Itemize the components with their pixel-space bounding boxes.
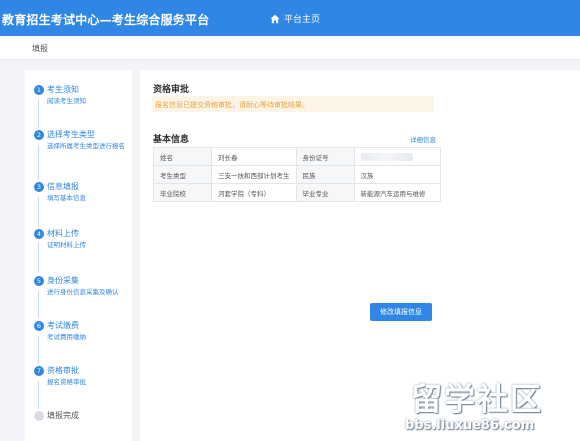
- review-status-notice: 报名信息已提交资格审批，请耐心等待审批结果。: [152, 96, 434, 112]
- step-item-notice[interactable]: 1 考生须知 阅读考生须知: [34, 84, 132, 106]
- basic-info-title: 基本信息: [153, 135, 190, 145]
- step-item-upload[interactable]: 4 材料上传 证明材料上传: [34, 228, 132, 250]
- watermark-url: bbs.liuxue86.com: [405, 418, 535, 433]
- home-link[interactable]: 平台主页: [270, 12, 320, 25]
- table-key: 身份证号: [295, 147, 355, 166]
- table-key: 毕业专业: [295, 183, 355, 202]
- redacted-id-number: [360, 152, 413, 161]
- step-desc: 阅读考生须知: [47, 97, 86, 105]
- edit-registration-button[interactable]: 修改填报信息: [370, 303, 432, 321]
- table-value: 汉族: [353, 165, 441, 184]
- top-navigation-bar: 教育招生考试中心—考生综合服务平台 平台主页: [0, 0, 580, 36]
- step-desc: 进行身份信息采集及确认: [47, 288, 119, 296]
- table-value: 新能源汽车运用与维修: [353, 183, 441, 202]
- table-key: 民族: [295, 165, 355, 184]
- step-number: 5: [34, 275, 44, 286]
- site-watermark: 留学社区 bbs.liuxue86.com: [383, 372, 580, 441]
- step-label: 考试缴费: [47, 321, 79, 330]
- step-number: 1: [34, 84, 44, 95]
- step-desc: 证明材料上传: [47, 241, 86, 249]
- step-sidebar: 1 考生须知 阅读考生须知 2 选择考生类型 选择所属考生类型进行报名 3 信息填报 …: [25, 70, 132, 441]
- step-number: 2: [34, 129, 44, 140]
- basic-info-table: 姓名 刘长春 身份证号 考生类型 三支一扶和西部计划考生 民族 汉族 毕业院校 …: [153, 147, 441, 202]
- table-value: 三支一扶和西部计划考生: [211, 165, 297, 184]
- table-key: 姓名: [153, 147, 212, 166]
- breadcrumb: 填报: [32, 44, 48, 53]
- breadcrumb-bar: 填报: [0, 36, 580, 60]
- table-row: 姓名 刘长春 身份证号: [153, 147, 441, 166]
- table-row: 毕业院校 河套学院（专科） 毕业专业 新能源汽车运用与维修: [153, 183, 441, 202]
- table-value: 刘长春: [211, 147, 297, 166]
- step-label: 信息填报: [47, 182, 79, 191]
- step-number: 3: [34, 181, 44, 192]
- step-label: 材料上传: [47, 229, 79, 238]
- table-value: 河套学院（专科）: [211, 183, 297, 202]
- step-item-payment[interactable]: 6 考试缴费 考试费用缴纳: [34, 320, 132, 342]
- review-section-title: 资格审批: [153, 85, 190, 95]
- step-number: 7: [34, 365, 44, 376]
- step-label: 身份采集: [47, 276, 79, 285]
- step-number: 6: [34, 320, 44, 331]
- step-desc: 选择所属考生类型进行报名: [47, 142, 125, 150]
- step-label: 资格审批: [47, 366, 79, 375]
- step-label: 填报完成: [47, 411, 79, 420]
- table-key: 考生类型: [153, 165, 212, 184]
- step-label: 选择考生类型: [47, 130, 95, 139]
- platform-title: 教育招生考试中心—考生综合服务平台: [2, 13, 210, 27]
- step-number: 4: [34, 228, 44, 239]
- step-pending-dot: [34, 410, 44, 421]
- step-item-candidate-type[interactable]: 2 选择考生类型 选择所属考生类型进行报名: [34, 129, 132, 151]
- home-link-label: 平台主页: [284, 15, 321, 25]
- home-icon: [270, 14, 280, 23]
- step-item-info-entry[interactable]: 3 信息填报 填写基本信息: [34, 181, 132, 203]
- id-number-value: [353, 147, 441, 166]
- detail-info-link[interactable]: 详细信息: [410, 134, 436, 144]
- table-row: 考生类型 三支一扶和西部计划考生 民族 汉族: [153, 165, 441, 184]
- step-desc: 填写基本信息: [47, 194, 86, 202]
- watermark-text: 留学社区: [411, 382, 543, 418]
- step-item-complete[interactable]: 填报完成: [34, 410, 132, 421]
- step-item-identity[interactable]: 5 身份采集 进行身份信息采集及确认: [34, 275, 132, 297]
- step-item-review[interactable]: 7 资格审批 报名资格审批: [34, 365, 132, 387]
- step-label: 考生须知: [47, 85, 79, 94]
- step-desc: 考试费用缴纳: [47, 333, 86, 341]
- table-key: 毕业院校: [153, 183, 212, 202]
- step-desc: 报名资格审批: [47, 378, 86, 386]
